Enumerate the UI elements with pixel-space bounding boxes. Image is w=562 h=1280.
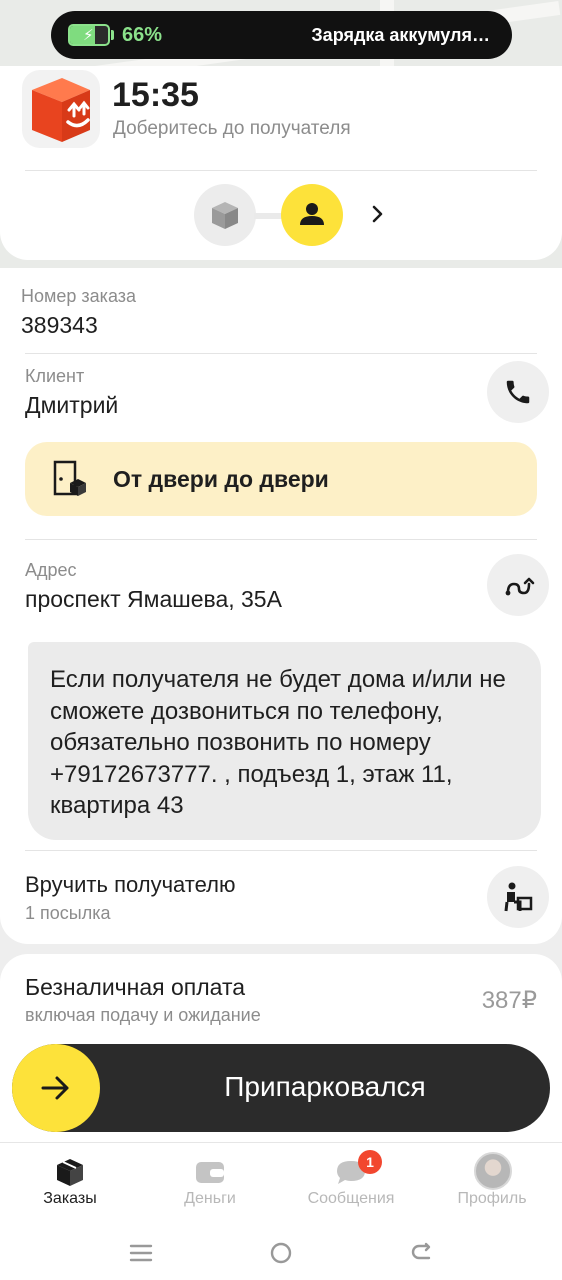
parked-slider[interactable]: Припарковался	[12, 1044, 550, 1132]
route-button[interactable]	[487, 554, 549, 616]
orders-box-icon	[57, 1159, 83, 1186]
address-value[interactable]: проспект Ямашева, 35А	[25, 586, 282, 613]
nav-money[interactable]: Деньги	[150, 1143, 270, 1223]
payment-amount: 387₽	[481, 987, 537, 1014]
person-icon	[300, 203, 324, 225]
address-label: Адрес	[25, 560, 77, 580]
handover-subtitle: 1 посылка	[25, 903, 111, 923]
eta-subtitle: Доберитесь до получателя	[113, 118, 351, 139]
charging-bolt-icon: ⚡	[83, 27, 94, 44]
divider	[25, 353, 537, 354]
nav-orders-label: Заказы	[43, 1190, 97, 1207]
door-parcel-icon	[53, 460, 86, 496]
recent-apps-icon[interactable]	[129, 1241, 153, 1265]
slider-knob[interactable]	[12, 1044, 100, 1132]
battery-icon: ⚡	[68, 24, 110, 46]
parcel-step-icon	[212, 202, 238, 229]
handover-parcel-icon	[504, 882, 533, 912]
nav-profile-label: Профиль	[457, 1190, 527, 1207]
system-navigation-bar	[0, 1233, 562, 1273]
battery-tip	[111, 30, 114, 40]
step-connector	[254, 213, 284, 219]
nav-orders[interactable]: Заказы	[10, 1143, 130, 1223]
step-recipient[interactable]	[281, 184, 343, 246]
eta-time: 15:35	[112, 76, 199, 114]
handover-title[interactable]: Вручить получателю	[25, 872, 235, 898]
order-number-value: 389343	[21, 312, 98, 338]
divider	[25, 850, 537, 851]
status-notification-pill[interactable]: ⚡ 66% Зарядка аккумуля…	[51, 11, 512, 59]
payment-subtitle: включая подачу и ожидание	[25, 1005, 261, 1025]
door-to-door-banner: От двери до двери	[25, 442, 537, 516]
messages-badge: 1	[358, 1150, 382, 1174]
order-status-card: 15:35 Доберитесь до получателя	[0, 66, 562, 260]
parcel-logo-icon	[22, 70, 100, 148]
nav-messages[interactable]: 1 Сообщения	[291, 1143, 411, 1223]
chevron-right-icon[interactable]	[368, 202, 388, 226]
back-icon[interactable]	[409, 1241, 433, 1265]
divider	[25, 539, 537, 540]
battery-percent: 66%	[122, 24, 163, 46]
step-pickup[interactable]	[194, 184, 256, 246]
payment-title: Безналичная оплата	[25, 974, 246, 1000]
nav-messages-label: Сообщения	[307, 1190, 395, 1207]
route-icon	[505, 577, 535, 596]
wallet-icon	[196, 1162, 224, 1183]
handover-button[interactable]	[487, 866, 549, 928]
avatar	[474, 1152, 512, 1190]
call-client-button[interactable]	[487, 361, 549, 423]
phone-icon	[506, 380, 530, 404]
notification-text: Зарядка аккумуля…	[311, 25, 490, 45]
nav-profile[interactable]: Профиль	[432, 1143, 552, 1223]
client-name: Дмитрий	[25, 392, 119, 418]
courier-comment-bubble: Если получателя не будет дома и/или не с…	[28, 642, 541, 840]
slider-label: Припарковался	[224, 1071, 426, 1102]
bottom-navigation: Заказы Деньги 1 Сообщения Профиль	[0, 1142, 562, 1280]
home-icon[interactable]	[269, 1241, 293, 1265]
nav-money-label: Деньги	[184, 1190, 236, 1207]
order-number-label: Номер заказа	[21, 286, 137, 306]
arrow-right-icon	[41, 1076, 69, 1100]
client-label: Клиент	[25, 366, 85, 386]
divider	[25, 170, 537, 171]
door-to-door-label: От двери до двери	[113, 466, 329, 492]
order-details-card: Номер заказа 389343 Клиент Дмитрий От дв…	[0, 268, 562, 944]
